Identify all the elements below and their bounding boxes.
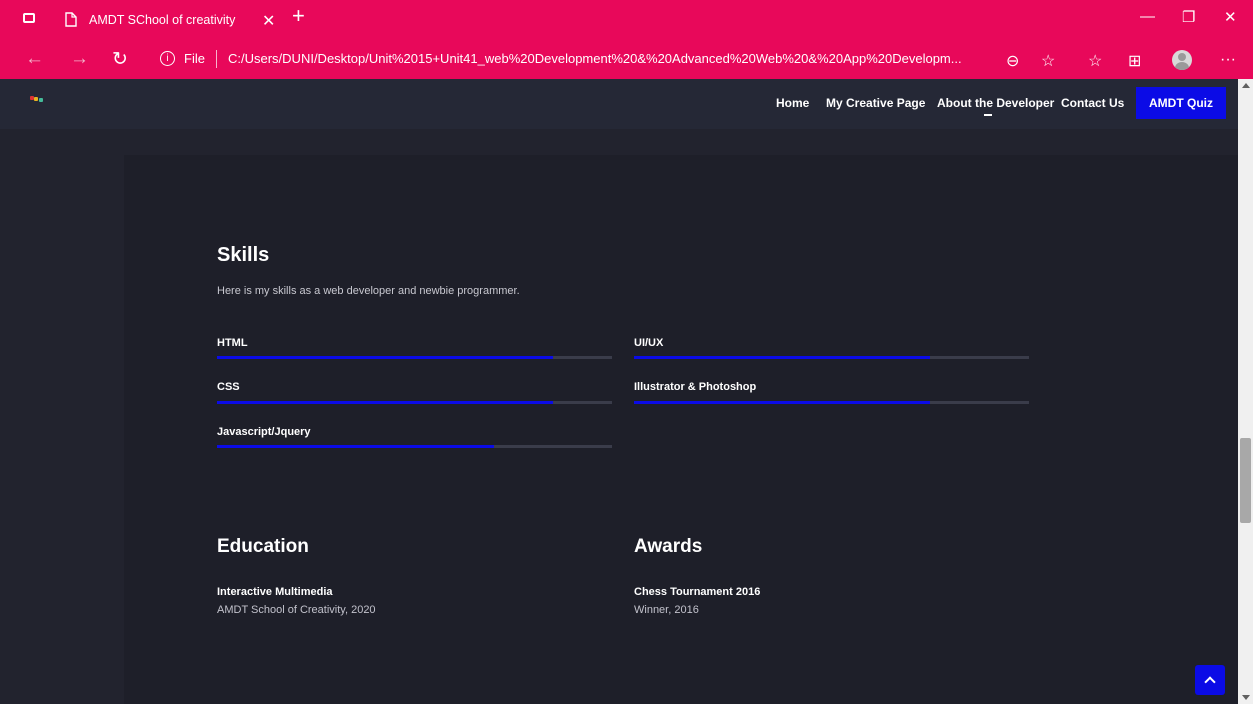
site-logo[interactable] [30,96,44,102]
tab-close-icon[interactable]: ✕ [262,11,275,31]
page-viewport: Home My Creative Page About the Develope… [0,79,1238,704]
skill-bar-uiux [634,356,1029,359]
scroll-up-icon[interactable] [1242,83,1250,88]
award-title: Chess Tournament 2016 [634,586,761,598]
skill-label-css: CSS [217,381,240,393]
nav-about-developer[interactable]: About the Developer [937,96,1054,110]
address-url[interactable]: C:/Users/DUNI/Desktop/Unit%2015+Unit41_w… [228,51,962,66]
education-title: Interactive Multimedia [217,586,333,598]
skill-bar-fill [634,356,931,359]
back-to-top-button[interactable] [1195,665,1225,695]
skill-bar-fill [217,445,494,448]
address-bar-row: ← → ↻ i File C:/Users/DUNI/Desktop/Unit%… [0,41,1253,79]
skills-intro: Here is my skills as a web developer and… [217,285,520,297]
info-icon[interactable]: i [160,51,175,66]
resume-section: Skills Here is my skills as a web develo… [124,155,1238,704]
minimize-button[interactable]: — [1140,8,1155,25]
skill-bar-fill [634,401,931,404]
tab-title: AMDT SChool of creativity [89,13,236,27]
skill-bar-fill [217,401,553,404]
nav-my-creative-page[interactable]: My Creative Page [826,96,925,110]
nav-contact-us[interactable]: Contact Us [1061,96,1124,110]
skill-label-javascript: Javascript/Jquery [217,426,311,438]
skill-label-uiux: UI/UX [634,337,664,349]
amdt-quiz-button[interactable]: AMDT Quiz [1136,87,1226,119]
back-button[interactable]: ← [25,48,44,70]
favorites-icon[interactable]: ☆ [1088,51,1102,71]
profile-avatar[interactable] [1172,50,1192,70]
forward-button[interactable]: → [70,48,89,70]
collections-icon[interactable]: ⊞ [1128,51,1141,71]
scroll-down-icon[interactable] [1242,695,1250,700]
skill-bar-css [217,401,612,404]
more-icon[interactable]: ··· [1220,51,1236,69]
document-icon [65,12,77,27]
active-nav-indicator [984,114,992,116]
add-favorite-icon[interactable]: ☆ [1041,51,1055,71]
scrollbar-thumb[interactable] [1240,438,1251,523]
address-bar[interactable]: i File C:/Users/DUNI/Desktop/Unit%2015+U… [150,45,1020,75]
skill-bar-html [217,356,612,359]
tab-actions-icon[interactable] [23,13,35,23]
address-prefix: File [184,51,205,66]
address-separator [216,50,217,68]
skills-heading: Skills [217,244,270,266]
education-detail: AMDT School of Creativity, 2020 [217,604,376,616]
zoom-icon[interactable]: ⊖ [1006,51,1019,71]
nav-home[interactable]: Home [776,96,809,110]
skill-bar-illustrator [634,401,1029,404]
page-scrollbar[interactable] [1238,79,1253,704]
new-tab-button[interactable]: + [292,5,305,27]
skill-label-illustrator: Illustrator & Photoshop [634,381,757,393]
restore-button[interactable]: ❐ [1182,8,1195,26]
browser-tab[interactable]: AMDT SChool of creativity ✕ [52,6,286,41]
skill-bar-javascript [217,445,612,448]
award-detail: Winner, 2016 [634,604,699,616]
awards-heading: Awards [634,536,703,557]
refresh-button[interactable]: ↻ [112,48,128,71]
skill-bar-fill [217,356,553,359]
skill-label-html: HTML [217,337,248,349]
site-navbar: Home My Creative Page About the Develope… [0,79,1238,129]
close-window-button[interactable]: ✕ [1224,8,1237,26]
education-heading: Education [217,536,309,557]
browser-tab-bar: AMDT SChool of creativity ✕ + — ❐ ✕ [0,0,1253,41]
